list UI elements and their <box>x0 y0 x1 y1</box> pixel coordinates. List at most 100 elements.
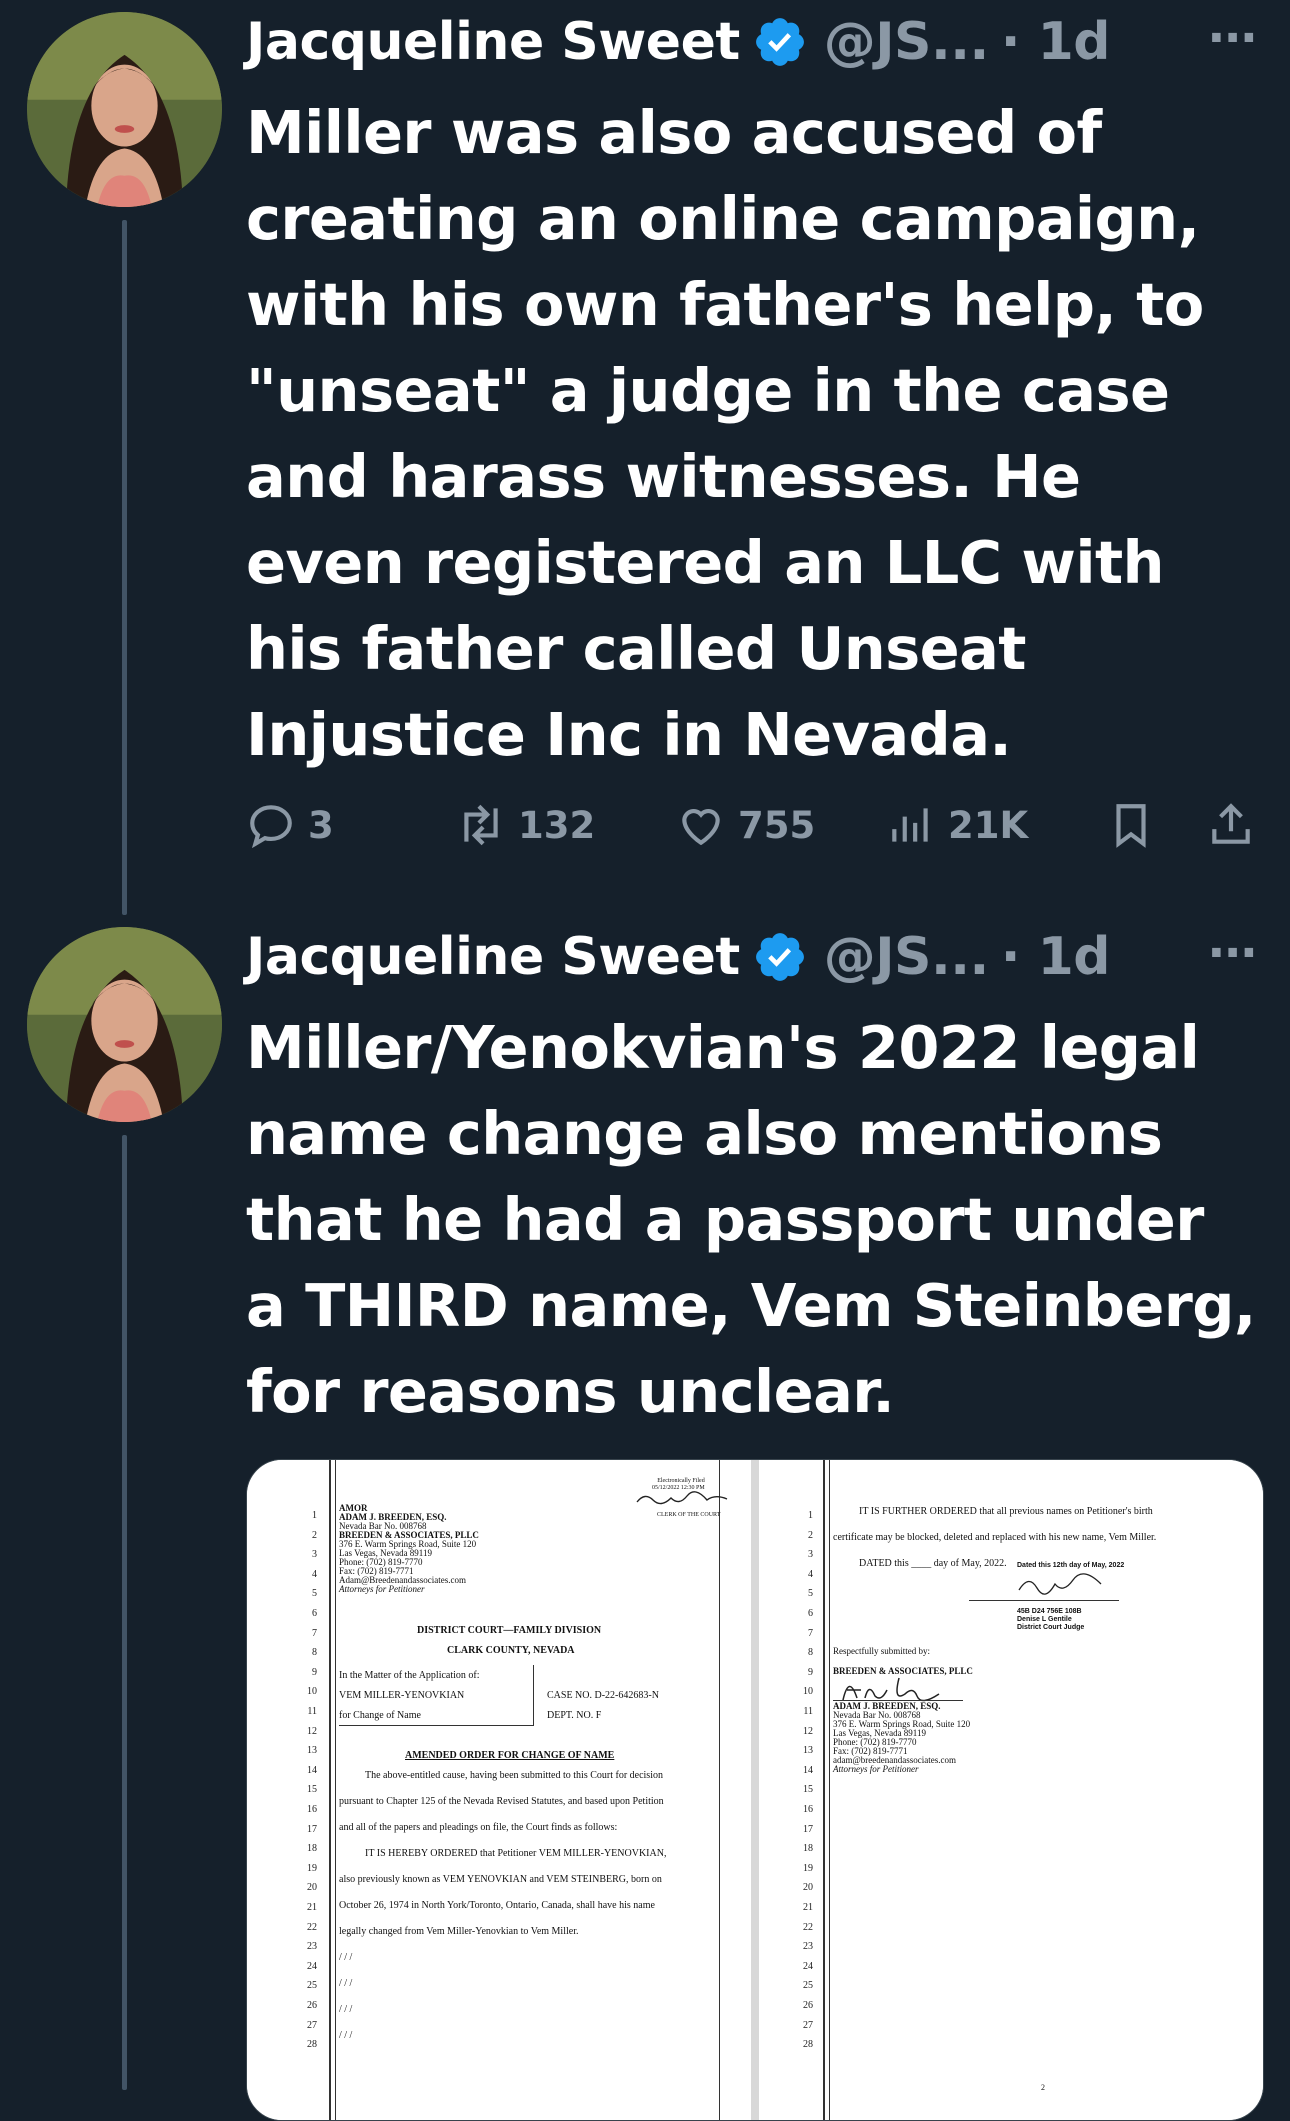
margin-line <box>335 1460 336 2120</box>
caption-underline <box>339 1725 534 1726</box>
body-line: also previously known as VEM YENOVKIAN a… <box>339 1874 662 1885</box>
body-line: pursuant to Chapter 125 of the Nevada Re… <box>339 1796 664 1807</box>
line-number: 7 <box>312 1627 317 1639</box>
line-number: 6 <box>808 1608 813 1619</box>
display-name[interactable]: Jacqueline Sweet <box>246 927 740 987</box>
line-number: 13 <box>307 1745 317 1757</box>
heart-icon <box>682 809 720 846</box>
line-number: 24 <box>803 1960 813 1972</box>
line-number: 8 <box>312 1647 317 1659</box>
tweet-text: Miller was also accused of creating an o… <box>246 98 1204 769</box>
share-button[interactable] <box>1206 790 1256 860</box>
timestamp[interactable]: · 1d <box>1001 12 1111 72</box>
retweet-count: 132 <box>518 803 596 847</box>
line-number: 2 <box>808 1529 813 1541</box>
dept-number: DEPT. NO. F <box>547 1710 602 1721</box>
line-number: 12 <box>803 1725 813 1737</box>
line-number: 16 <box>307 1804 317 1815</box>
line-number: 22 <box>803 1921 813 1933</box>
line-number: 14 <box>803 1764 813 1776</box>
handle[interactable]: @JS... <box>824 927 990 987</box>
line-number: 8 <box>808 1647 813 1659</box>
verified-badge-icon <box>752 929 808 985</box>
timestamp[interactable]: · 1d <box>1001 927 1111 987</box>
document-page-1: 1 2 3 4 5 6 7 8 9 10 11 12 13 14 15 16 17 18 19 20 21 22 23 24 2… <box>247 1460 751 2120</box>
filing-stamp-line: Electronically Filed <box>657 1478 705 1484</box>
line-number: 5 <box>312 1588 317 1600</box>
bookmark-button[interactable] <box>1106 790 1156 860</box>
court-name: DISTRICT COURT—FAMILY DIVISION <box>417 1625 602 1636</box>
body-line: and all of the papers and pleadings on f… <box>339 1822 618 1833</box>
body-line: October 26, 1974 in North York/Toronto, … <box>339 1900 655 1911</box>
retweet-button[interactable]: 132 <box>456 790 595 860</box>
more-options-icon[interactable]: ··· <box>1207 925 1258 981</box>
line-number: 16 <box>803 1804 813 1815</box>
line-number: 27 <box>803 2019 813 2031</box>
line-number: 18 <box>803 1843 813 1855</box>
line-number: 7 <box>808 1627 813 1639</box>
judge-line: Denise L Gentile <box>1017 1616 1072 1623</box>
margin-line <box>719 1460 720 2120</box>
line-number: 1 <box>312 1510 317 1521</box>
slashes: / / / <box>339 1978 353 1989</box>
line-number: 23 <box>803 1941 813 1953</box>
line-number: 27 <box>307 2019 317 2031</box>
line-number: 15 <box>803 1784 813 1796</box>
display-name[interactable]: Jacqueline Sweet <box>246 12 740 72</box>
line-number: 18 <box>307 1843 317 1855</box>
document-page-2: 1 2 3 4 5 6 7 8 9 10 11 12 13 14 15 16 17 18 19 20 21 22 23 24 2… <box>759 1460 1263 2120</box>
line-number: 3 <box>808 1549 813 1561</box>
reply-button[interactable]: 3 <box>246 790 334 860</box>
avatar[interactable] <box>27 927 222 1122</box>
reply-bubble-icon <box>250 805 292 849</box>
views-count: 21K <box>948 803 1029 847</box>
handle[interactable]: @JS... <box>824 12 990 72</box>
clerk-label: CLERK OF THE COURT <box>657 1512 721 1518</box>
line-number: 5 <box>808 1588 813 1600</box>
line-number: 4 <box>808 1568 813 1580</box>
media-image[interactable]: 1 2 3 4 5 6 7 8 9 10 11 12 13 14 15 16 17 18 19 20 21 22 23 24 2… <box>246 1459 1264 2121</box>
more-options-icon[interactable]: ··· <box>1207 10 1258 66</box>
line-number: 9 <box>808 1666 813 1678</box>
slashes: / / / <box>339 1952 353 1963</box>
line-number: 28 <box>803 2039 813 2051</box>
views-button[interactable]: 21K <box>886 790 1028 860</box>
caption-line: In the Matter of the Application of: <box>339 1670 480 1681</box>
line-number: 25 <box>307 1980 317 1992</box>
judge-signature-line <box>969 1600 1119 1601</box>
order-title: AMENDED ORDER FOR CHANGE OF NAME <box>405 1750 615 1761</box>
margin-line <box>829 1460 830 2120</box>
caption-line: VEM MILLER-YENOVKIAN <box>339 1690 465 1701</box>
line-number: 20 <box>307 1882 317 1894</box>
line-number: 28 <box>307 2039 317 2051</box>
line-number: 26 <box>803 2000 813 2011</box>
line-number: 11 <box>803 1706 813 1717</box>
avatar[interactable] <box>27 12 222 207</box>
retweet-icon <box>464 804 498 846</box>
slashes: / / / <box>339 2004 353 2015</box>
line-number: 17 <box>307 1823 317 1835</box>
line-number: 25 <box>803 1980 813 1992</box>
tweet-header: Jacqueline Sweet @JS... · 1d <box>246 2 1111 82</box>
tweet-header: Jacqueline Sweet @JS... · 1d <box>246 917 1111 997</box>
line-number: 3 <box>312 1549 317 1561</box>
caption-line: for Change of Name <box>339 1710 421 1721</box>
line-number: 24 <box>307 1960 317 1972</box>
line-number: 15 <box>307 1784 317 1796</box>
line-number: 21 <box>803 1902 813 1913</box>
county-name: CLARK COUNTY, NEVADA <box>447 1645 575 1656</box>
dated-line: DATED this ____ day of May, 2022. <box>859 1558 1007 1569</box>
submitted-by: Respectfully submitted by: <box>833 1646 930 1656</box>
header-line: Attorneys for Petitioner <box>339 1584 425 1594</box>
line-number: 21 <box>307 1902 317 1913</box>
clerk-signature <box>636 1491 728 1505</box>
caption-bracket <box>533 1665 534 1725</box>
order-line: IT IS FURTHER ORDERED that all previous … <box>859 1506 1153 1517</box>
line-number: 23 <box>307 1941 317 1953</box>
line-number: 11 <box>307 1706 317 1717</box>
body-line: IT IS HEREBY ORDERED that Petitioner VEM… <box>365 1848 667 1859</box>
body-line: The above-entitled cause, having been su… <box>365 1770 663 1781</box>
like-button[interactable]: 755 <box>676 790 815 860</box>
line-number: 22 <box>307 1921 317 1933</box>
sig-line: Attorneys for Petitioner <box>833 1764 919 1774</box>
